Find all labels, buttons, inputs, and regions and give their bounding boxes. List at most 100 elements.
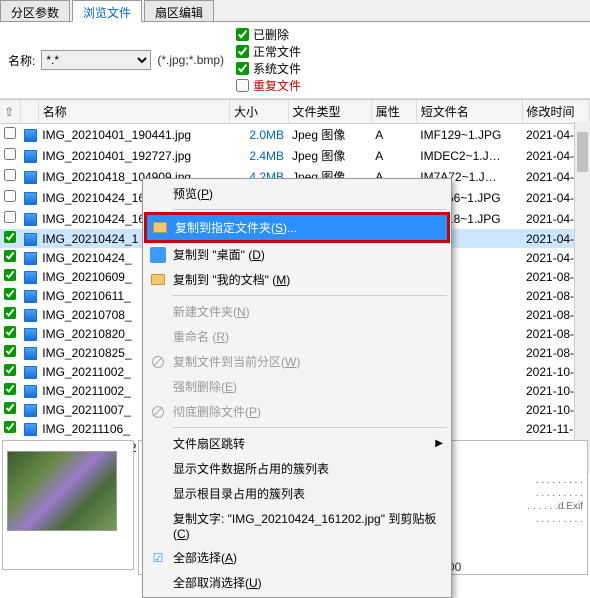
table-row[interactable]: IMG_20210401_190441.jpg2.0MBJpeg 图像AIMF1… <box>0 124 590 146</box>
filter-checkbox[interactable] <box>236 45 249 58</box>
cell-type: Jpeg 图像 <box>288 145 371 166</box>
file-icon <box>24 213 37 226</box>
menu-item[interactable]: 预览(P) <box>145 181 449 206</box>
cell-short: IMDEC2~1.J… <box>416 145 522 166</box>
row-checkbox[interactable] <box>4 326 16 338</box>
menu-item[interactable]: 全部取消选择(U) <box>145 570 449 595</box>
col-attr[interactable]: 属性 <box>371 100 416 124</box>
menu-label: 重命名 (R) <box>173 328 229 345</box>
row-checkbox[interactable] <box>4 211 16 223</box>
menu-item[interactable]: ☑全部选择(A) <box>145 545 449 570</box>
submenu-arrow-icon: ▶ <box>435 438 443 449</box>
menu-item[interactable]: 显示根目录占用的簇列表 <box>145 481 449 506</box>
row-checkbox[interactable] <box>4 383 16 395</box>
menu-item[interactable]: 复制文字: "IMG_20210424_161202.jpg" 到剪贴板(C) <box>145 506 449 545</box>
table-row[interactable]: IMG_20210401_192727.jpg2.4MBJpeg 图像AIMDE… <box>0 145 590 166</box>
vertical-scrollbar[interactable] <box>574 122 590 474</box>
menu-label: 复制到 "我的文档" (M) <box>173 271 290 288</box>
extension-hint: (*.jpg;*.bmp) <box>157 53 224 67</box>
row-checkbox[interactable] <box>4 190 16 202</box>
menu-item: 复制文件到当前分区(W) <box>145 349 449 374</box>
name-label: 名称: <box>8 52 35 69</box>
desktop-icon <box>150 247 166 263</box>
menu-label: 复制到 "桌面" (D) <box>173 246 265 263</box>
col-date[interactable]: 修改时间 <box>522 100 590 124</box>
file-icon <box>24 385 37 398</box>
row-checkbox[interactable] <box>4 169 16 181</box>
filter-checkbox[interactable] <box>236 79 249 92</box>
col-checkbox[interactable]: ⇧ <box>0 100 20 124</box>
filter-bar: 名称: *.* (*.jpg;*.bmp) 已删除正常文件系统文件重复文件 <box>0 22 590 99</box>
menu-item[interactable]: 复制到 "桌面" (D) <box>145 242 449 267</box>
cell-size: 2.4MB <box>230 145 289 166</box>
file-icon <box>24 366 37 379</box>
tab-sector-edit[interactable]: 扇区编辑 <box>144 0 214 21</box>
menu-label: 强制删除(E) <box>173 378 237 395</box>
menu-label: 复制文字: "IMG_20210424_161202.jpg" 到剪贴板(C) <box>173 510 443 541</box>
menu-label: 显示根目录占用的簇列表 <box>173 485 305 502</box>
filter-1[interactable]: 正常文件 <box>236 43 301 60</box>
file-icon <box>24 271 37 284</box>
tab-browse-files[interactable]: 浏览文件 <box>72 0 142 22</box>
thumbnail-pane <box>2 440 134 570</box>
row-checkbox[interactable] <box>4 250 16 262</box>
preview-thumbnail <box>7 451 117 531</box>
col-short[interactable]: 短文件名 <box>416 100 522 124</box>
file-icon <box>24 252 37 265</box>
menu-label: 复制到指定文件夹(S)... <box>175 219 297 236</box>
row-checkbox[interactable] <box>4 127 16 139</box>
menu-item[interactable]: 复制到指定文件夹(S)... <box>144 212 450 243</box>
filter-3[interactable]: 重复文件 <box>236 77 301 94</box>
context-menu: 预览(P) 复制到指定文件夹(S)... 复制到 "桌面" (D) 复制到 "我的文档… <box>142 178 452 598</box>
menu-label: 新建文件夹(N) <box>173 303 250 320</box>
menu-item[interactable]: 文件扇区跳转 ▶ <box>145 431 449 456</box>
filter-0[interactable]: 已删除 <box>236 26 301 43</box>
col-icon <box>20 100 38 124</box>
filter-2[interactable]: 系统文件 <box>236 60 301 77</box>
row-checkbox[interactable] <box>4 364 16 376</box>
menu-label: 彻底删除文件(P) <box>173 403 261 420</box>
cell-attr: A <box>371 124 416 146</box>
file-icon <box>24 423 37 436</box>
filter-label: 正常文件 <box>253 43 301 60</box>
menu-item: 新建文件夹(N) <box>145 299 449 324</box>
cell-attr: A <box>371 145 416 166</box>
menu-item[interactable]: 显示文件数据所占用的簇列表 <box>145 456 449 481</box>
row-checkbox[interactable] <box>4 307 16 319</box>
file-icon <box>24 150 37 163</box>
file-icon <box>24 404 37 417</box>
menu-item: 重命名 (R) <box>145 324 449 349</box>
filter-label: 系统文件 <box>253 60 301 77</box>
col-size[interactable]: 大小 <box>230 100 289 124</box>
filter-label: 重复文件 <box>253 77 301 94</box>
folder-icon <box>150 272 166 288</box>
file-icon <box>24 129 37 142</box>
file-icon <box>24 328 37 341</box>
row-checkbox[interactable] <box>4 402 16 414</box>
menu-item: 强制删除(E) <box>145 374 449 399</box>
menu-label: 文件扇区跳转 <box>173 435 245 452</box>
row-checkbox[interactable] <box>4 231 16 243</box>
file-icon <box>24 233 37 246</box>
row-checkbox[interactable] <box>4 269 16 281</box>
tab-partition-params[interactable]: 分区参数 <box>0 0 70 21</box>
filter-checkbox[interactable] <box>236 62 249 75</box>
cell-name: IMG_20210401_192727.jpg <box>38 145 229 166</box>
file-icon <box>24 192 37 205</box>
row-checkbox[interactable] <box>4 148 16 160</box>
file-icon <box>24 309 37 322</box>
col-type[interactable]: 文件类型 <box>288 100 371 124</box>
col-name[interactable]: 名称 <box>38 100 229 124</box>
name-pattern-select[interactable]: *.* <box>41 50 151 70</box>
menu-item[interactable]: 复制到 "我的文档" (M) <box>145 267 449 292</box>
row-checkbox[interactable] <box>4 345 16 357</box>
menu-label: 全部选择(A) <box>173 549 237 566</box>
filter-checkbox[interactable] <box>236 28 249 41</box>
file-icon <box>24 290 37 303</box>
cell-name: IMG_20210401_190441.jpg <box>38 124 229 146</box>
row-checkbox[interactable] <box>4 421 16 433</box>
row-checkbox[interactable] <box>4 288 16 300</box>
cell-type: Jpeg 图像 <box>288 124 371 146</box>
menu-label: 预览(P) <box>173 185 213 202</box>
cell-short: IMF129~1.JPG <box>416 124 522 146</box>
